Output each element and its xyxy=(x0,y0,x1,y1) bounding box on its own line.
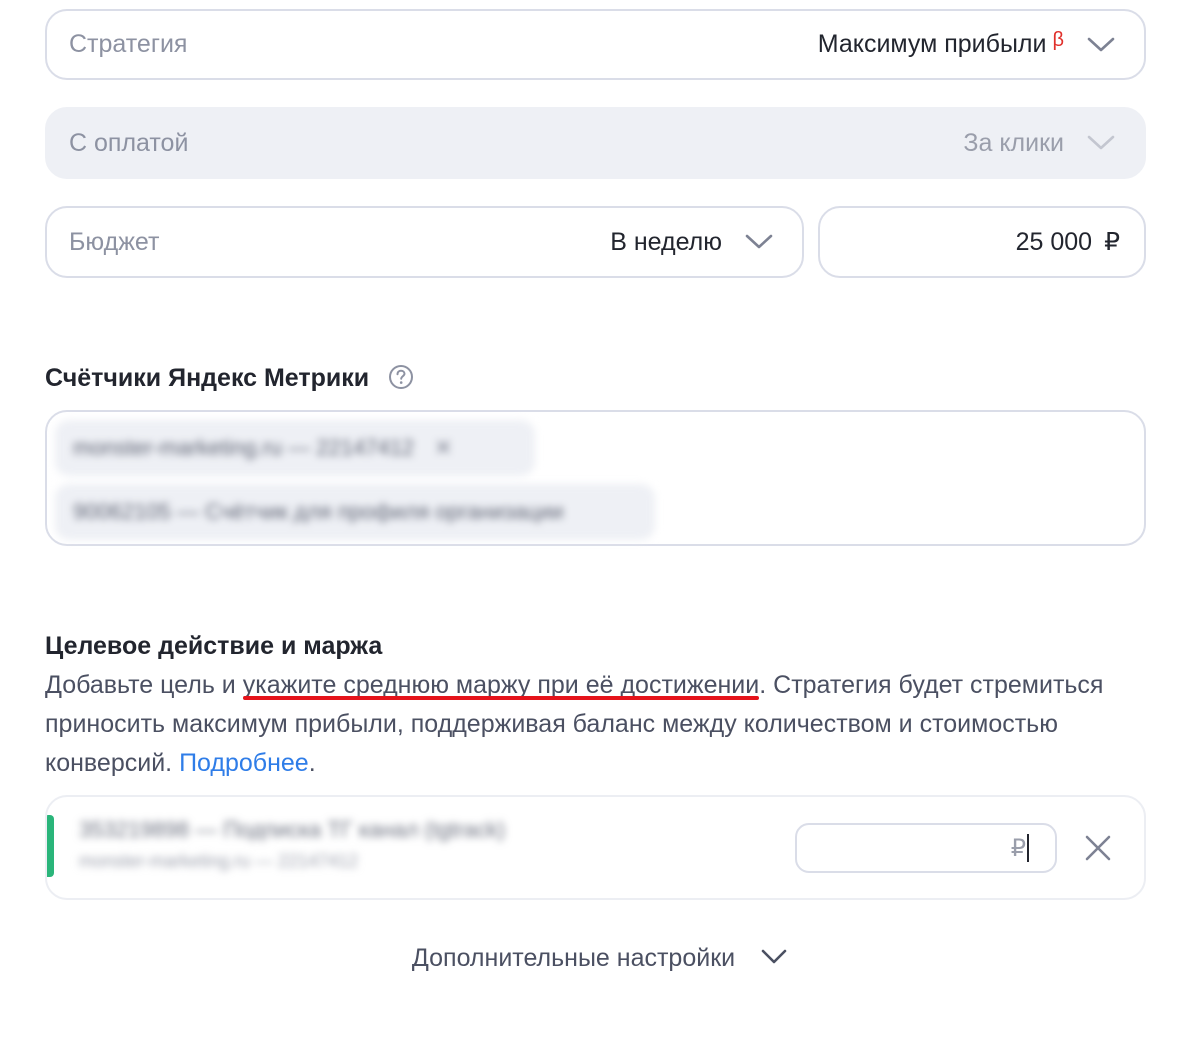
desc-highlight: укажите среднюю маржу при её достижении xyxy=(242,671,760,699)
counter-chip-label: 90062105 — Счётчик для профиля организац… xyxy=(73,499,564,524)
counter-chip-label: monster-marketing.ru — 22147412 xyxy=(73,435,415,460)
chevron-down-icon xyxy=(1086,36,1116,54)
close-icon[interactable]: ✕ xyxy=(434,435,452,461)
counters-title-text: Счётчики Яндекс Метрики xyxy=(45,364,370,392)
goal-counter: monster-marketing.ru — 22147412 xyxy=(79,851,359,871)
desc-text-1: Добавьте цель и xyxy=(45,671,243,699)
chevron-down-icon xyxy=(744,233,774,251)
goal-card: 353219898 — Подписка ТГ канал (tgtrack) … xyxy=(45,795,1146,900)
text-caret xyxy=(1027,834,1029,862)
margin-input[interactable]: ₽ xyxy=(795,823,1057,873)
goal-status-stripe xyxy=(47,815,54,877)
more-settings-toggle[interactable]: Дополнительные настройки xyxy=(0,944,1200,973)
strategy-value: Максимум прибыли xyxy=(817,30,1047,58)
chevron-down-icon xyxy=(760,944,788,964)
target-title: Целевое действие и маржа xyxy=(45,632,383,660)
margin-currency: ₽ xyxy=(1010,834,1026,862)
payment-select: С оплатой За клики xyxy=(45,107,1146,179)
strategy-label: Стратегия xyxy=(69,30,188,58)
learn-more-link[interactable]: Подробнее xyxy=(179,749,309,777)
close-icon[interactable] xyxy=(1083,833,1113,863)
payment-label: С оплатой xyxy=(69,128,189,157)
desc-text-3: . xyxy=(308,749,316,777)
budget-currency: ₽ xyxy=(1104,228,1120,256)
budget-period-select[interactable]: Бюджет В неделю xyxy=(45,206,804,278)
counters-title: Счётчики Яндекс Метрики xyxy=(45,364,414,393)
budget-amount-input[interactable]: 25 000 ₽ xyxy=(818,206,1146,278)
goal-name: 353219898 — Подписка ТГ канал (tgtrack) xyxy=(79,817,506,842)
beta-badge: β xyxy=(1052,29,1064,51)
goal-info: 353219898 — Подписка ТГ канал (tgtrack) … xyxy=(79,817,505,872)
more-settings-label: Дополнительные настройки xyxy=(411,944,736,972)
chevron-down-icon xyxy=(1086,134,1116,152)
counters-multiselect[interactable]: monster-marketing.ru — 22147412 ✕ 900621… xyxy=(45,410,1146,546)
payment-value: За клики xyxy=(963,128,1064,157)
budget-amount-value: 25 000 xyxy=(1015,227,1093,256)
counter-chip[interactable]: 90062105 — Счётчик для профиля организац… xyxy=(55,484,655,540)
question-circle-icon[interactable] xyxy=(388,364,414,390)
counter-chip[interactable]: monster-marketing.ru — 22147412 ✕ xyxy=(55,420,535,476)
strategy-select[interactable]: Стратегия Максимум прибыли β xyxy=(45,9,1146,80)
budget-label: Бюджет xyxy=(69,227,160,256)
budget-period-value: В неделю xyxy=(610,227,722,256)
target-description: Добавьте цель и укажите среднюю маржу пр… xyxy=(45,666,1155,783)
